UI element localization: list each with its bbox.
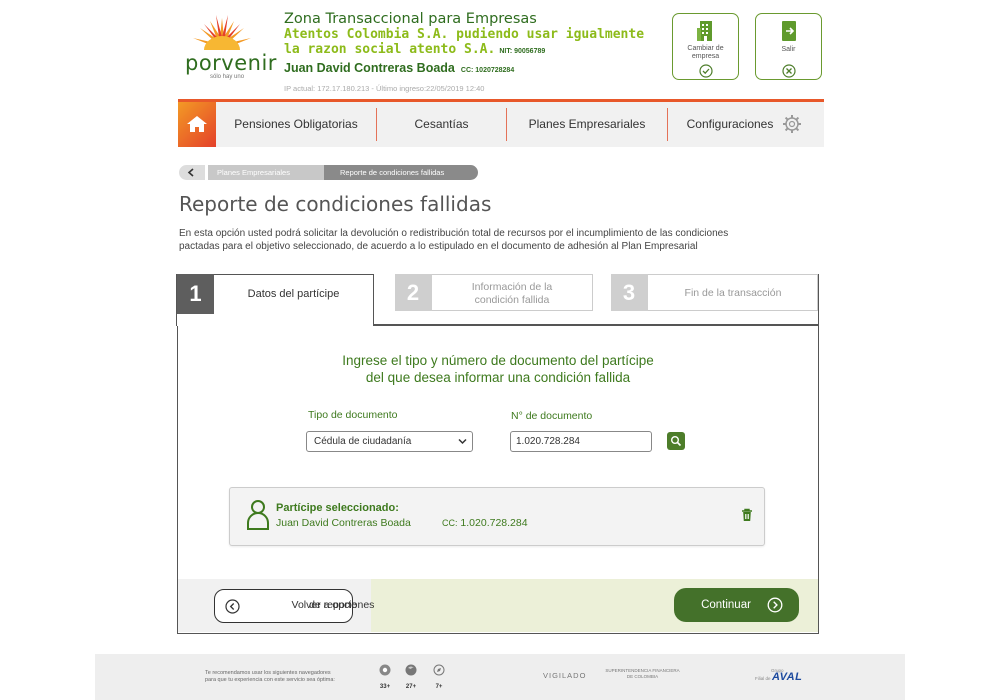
exit-button[interactable]: Salir	[755, 13, 822, 80]
selected-cc-value: 1.020.728.284	[460, 517, 528, 529]
user-cc: CC: 1020728284	[460, 67, 515, 74]
browser-version: 27+	[405, 684, 417, 690]
step-label: Datos del partícipe	[247, 287, 340, 300]
step-number: 2	[394, 273, 432, 311]
exit-label: Salir	[781, 46, 796, 53]
browser-firefox: 27+	[402, 663, 420, 690]
step-number: 1	[177, 274, 214, 314]
zone-title: Zona Transaccional para Empresas	[284, 11, 537, 27]
selected-title: Partícipe seleccionado:	[276, 502, 399, 514]
ip-info: IP actual: 172.17.180.213 - Último ingre…	[284, 84, 485, 93]
brand-name: porvenir	[185, 51, 277, 75]
change-company-button[interactable]: Cambiar de empresa	[672, 13, 739, 80]
check-circle-icon	[698, 64, 713, 78]
company-name-line1: Atentos Colombia S.A. pudiendo usar igua…	[284, 27, 645, 42]
doc-type-value: Cédula de ciudadanía	[314, 436, 412, 447]
nav-item-planes[interactable]: Planes Empresariales	[507, 102, 667, 147]
breadcrumb-item-current: Reporte de condiciones fallidas	[324, 165, 478, 180]
prompt-line: Ingrese el tipo y número de documento de…	[342, 353, 654, 368]
selected-participant-card: Partícipe seleccionado: Juan David Contr…	[229, 487, 765, 546]
step-2-tab[interactable]: 2 Información de la condición fallida	[394, 273, 593, 312]
superintendencia-line: DE COLOMBIA	[626, 673, 659, 679]
step-label: Información de la condición fallida	[433, 275, 591, 312]
recommend-line: Te recomendamos usar los siguientes nave…	[205, 670, 331, 676]
home-icon	[187, 116, 207, 132]
aval-caption: Grupo Filial de	[755, 668, 784, 681]
chevron-down-icon	[458, 438, 467, 445]
chevron-right-circle-icon	[767, 597, 783, 613]
selected-cc: CC: 1.020.728.284	[442, 517, 528, 529]
chevron-left-circle-icon	[225, 599, 240, 614]
sun-logo-icon	[193, 15, 251, 50]
description-line: pactadas para el objetivo seleccionado, …	[179, 240, 698, 252]
main-nav: Pensiones Obligatorias Cesantías Planes …	[178, 102, 824, 147]
selected-name: Juan David Contreras Boada	[276, 517, 411, 529]
nav-item-pensiones[interactable]: Pensiones Obligatorias	[216, 102, 376, 147]
recommend-line: para que tu experiencia con este servici…	[205, 677, 335, 683]
company-name-line2: la razon social atento S.A. NIT: 90056789	[284, 42, 674, 59]
user-name: Juan David Contreras Boada	[284, 61, 455, 75]
doc-number-input[interactable]	[510, 431, 652, 452]
breadcrumb-back-button[interactable]	[179, 165, 205, 180]
home-button[interactable]	[178, 102, 216, 147]
browser-version: 7+	[435, 684, 443, 690]
company-info: Zona Transaccional para Empresas Atentos…	[284, 11, 674, 93]
search-icon	[671, 436, 682, 447]
step-label: Fin de la transacción	[684, 287, 782, 299]
doc-type-label: Tipo de documento	[308, 409, 398, 421]
panel-top-border	[372, 324, 819, 326]
header: porvenir sólo hay uno Zona Transaccional…	[178, 8, 824, 96]
aval-text: AVAL	[772, 671, 803, 683]
brand-tagline: sólo hay uno	[210, 74, 245, 80]
firefox-icon	[405, 664, 417, 676]
change-company-label: Cambiar de empresa	[687, 45, 724, 60]
safari-icon	[433, 664, 445, 676]
page-title: Reporte de condiciones fallidas	[179, 192, 492, 216]
trash-icon[interactable]	[741, 508, 753, 522]
search-button[interactable]	[667, 432, 685, 450]
nit: NIT: 90056789	[499, 48, 546, 55]
exit-door-icon	[781, 21, 796, 41]
filial-text: Filial de	[755, 676, 771, 681]
person-icon	[247, 500, 269, 530]
chrome-icon	[379, 664, 391, 676]
user-line: Juan David Contreras Boada CC: 1020728284	[284, 60, 674, 79]
browser-recommendation: Te recomendamos usar los siguientes nave…	[205, 670, 375, 684]
back-button-label: Volver a opciones de reporte	[249, 595, 375, 610]
page-footer: Te recomendamos usar los siguientes nave…	[95, 654, 905, 700]
step-number: 3	[610, 273, 648, 311]
continue-label: Continuar	[701, 599, 751, 611]
back-label-line: de reporte	[309, 599, 357, 611]
building-icon	[696, 21, 712, 41]
nav-item-configuraciones[interactable]: Configuraciones	[668, 102, 798, 147]
chevron-left-icon	[187, 168, 194, 177]
page-description: En esta opción usted podrá solicitar la …	[179, 228, 819, 253]
step-label-line: condición fallida	[474, 293, 550, 306]
close-circle-icon	[781, 64, 796, 78]
step-1-tab[interactable]: 1 Datos del partícipe	[177, 274, 373, 314]
breadcrumb-item-planes[interactable]: Planes Empresariales	[208, 165, 324, 180]
porvenir-logo[interactable]: porvenir sólo hay uno	[178, 10, 276, 80]
browser-safari: 7+	[430, 663, 448, 690]
prompt-line: del que desea informar una condición fal…	[365, 370, 631, 385]
vigilado-label: VIGILADO	[543, 671, 587, 680]
doc-type-select[interactable]: Cédula de ciudadanía	[306, 431, 473, 452]
browser-version: 33+	[379, 684, 391, 690]
superintendencia-line: SUPERINTENDENCIA FINANCIERA	[605, 668, 680, 673]
gear-icon[interactable]	[782, 114, 802, 134]
form-prompt: Ingrese el tipo y número de documento de…	[178, 352, 818, 386]
superintendencia-logo: SUPERINTENDENCIA FINANCIERA DE COLOMBIA	[595, 668, 690, 679]
continue-button[interactable]: Continuar	[674, 588, 799, 622]
browser-chrome: 33+	[376, 663, 394, 690]
company-name-text: la razon social atento S.A.	[284, 42, 496, 57]
nav-item-cesantias[interactable]: Cesantías	[377, 102, 506, 147]
back-to-options-button[interactable]: Volver a opciones de reporte	[214, 589, 375, 623]
description-line: En esta opción usted podrá solicitar la …	[179, 228, 729, 239]
selected-cc-label: CC:	[442, 518, 458, 528]
step-label-line: Información de la	[471, 280, 553, 293]
step-3-tab[interactable]: 3 Fin de la transacción	[610, 273, 818, 311]
doc-number-label: N° de documento	[511, 410, 593, 422]
